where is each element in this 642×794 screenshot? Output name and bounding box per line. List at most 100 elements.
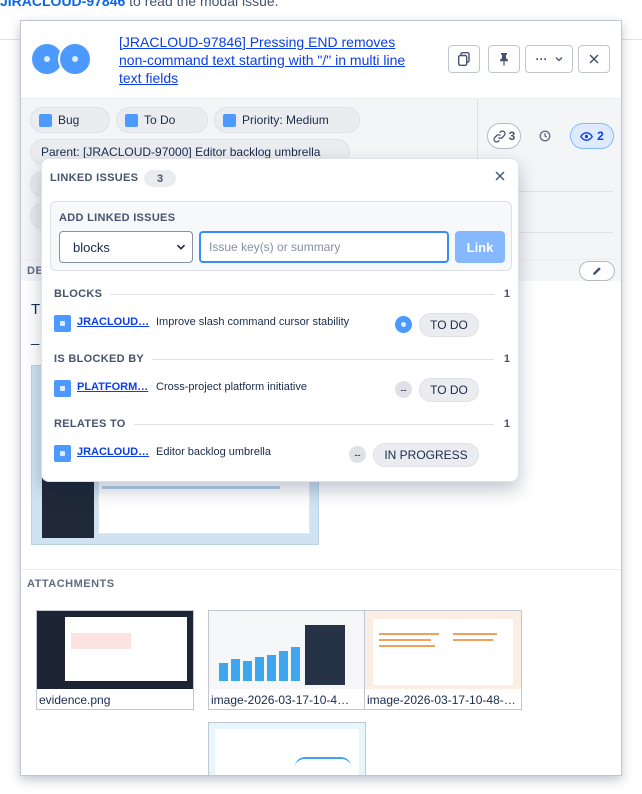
avatar-group	[30, 42, 92, 76]
attachment-thumbnail[interactable]: image-2026-03-17-10-48-…	[364, 610, 522, 710]
parent-label: Parent: [JRACLOUD-97000] Editor backlog …	[41, 145, 321, 159]
group-divider	[54, 294, 494, 295]
linked-issue-key[interactable]: PLATFORM…	[77, 381, 151, 393]
linked-issue-summary: Cross-project platform initiative	[156, 381, 307, 393]
link-group-header: RELATES TO 1	[54, 418, 510, 432]
preview-curve	[295, 757, 351, 767]
link-type-select[interactable]: blocks	[59, 231, 193, 263]
preview-bar	[243, 661, 252, 681]
preview-line	[379, 645, 435, 647]
link-icon	[493, 129, 506, 143]
link-group-header: BLOCKS 1	[54, 288, 510, 302]
attachments-divider	[21, 569, 621, 570]
more-actions-button[interactable]: ···	[525, 45, 573, 73]
preview-dark-panel	[305, 625, 345, 685]
more-actions-label: ···	[535, 52, 548, 66]
preview-highlight	[71, 633, 131, 649]
issue-type-label: Bug	[58, 113, 80, 127]
close-icon	[495, 171, 505, 181]
attachment-preview	[209, 723, 365, 775]
edit-description-button[interactable]	[579, 261, 615, 281]
priority-icon	[223, 113, 236, 127]
issue-type-chip[interactable]: Bug	[30, 107, 110, 133]
link-button[interactable]: Link	[455, 231, 505, 263]
unassigned-avatar[interactable]: --	[349, 446, 366, 463]
issue-status-lozenge[interactable]: IN PROGRESS	[373, 443, 479, 467]
linked-issue-row[interactable]: JRACLOUD… Editor backlog umbrella -- IN …	[54, 441, 510, 467]
preview-bar	[279, 651, 288, 681]
linked-issues-popup: LINKED ISSUES 3 ADD LINKED ISSUES blocks…	[41, 158, 519, 482]
link-group-count: 1	[503, 418, 510, 430]
copy-link-button[interactable]	[448, 45, 480, 73]
issue-status-lozenge[interactable]: TO DO	[419, 313, 479, 337]
attachment-preview	[209, 611, 365, 689]
description-text: _	[31, 329, 40, 346]
attachment-thumbnail[interactable]: evidence.png	[36, 610, 194, 710]
close-popup-button[interactable]	[492, 169, 508, 185]
link-group-header: IS BLOCKED BY 1	[54, 353, 510, 367]
chevron-down-icon	[176, 244, 186, 250]
link-type-value: blocks	[73, 239, 110, 255]
issue-type-icon	[54, 315, 71, 332]
linked-issues-badge: 3	[144, 170, 176, 187]
description-text: T	[31, 301, 41, 318]
link-group-count: 1	[503, 288, 510, 300]
history-button[interactable]	[535, 123, 555, 149]
attachment-thumbnail[interactable]: image-2026-03-17-10-4…	[208, 610, 366, 710]
attachment-preview	[365, 611, 521, 689]
preview-card	[373, 619, 513, 685]
attachments-label: ATTACHMENTS	[27, 578, 115, 590]
unassigned-avatar[interactable]: --	[395, 381, 412, 398]
linked-issues-count: 3	[508, 129, 516, 143]
issue-search-placeholder: Issue key(s) or summary	[209, 240, 341, 254]
assignee-avatar[interactable]	[395, 316, 412, 333]
preview-line	[379, 639, 431, 641]
attachment-name: image-2026-03-17-10-4…	[211, 693, 350, 707]
preview-card	[215, 729, 359, 775]
linked-issue-key[interactable]: JRACLOUD…	[77, 316, 151, 328]
screenshot-panel	[98, 476, 310, 534]
linked-issues-title: LINKED ISSUES	[50, 172, 139, 184]
status-chip[interactable]: To Do	[116, 107, 208, 133]
link-group-label: IS BLOCKED BY	[54, 353, 153, 365]
clock-icon	[539, 130, 551, 142]
preview-bar	[267, 655, 276, 681]
pencil-icon	[593, 267, 601, 275]
screenshot-bar	[102, 486, 280, 489]
preview-bar	[291, 647, 300, 681]
linked-issues-button[interactable]: 3	[487, 123, 521, 149]
issue-search-input[interactable]: Issue key(s) or summary	[199, 231, 449, 263]
preview-bar	[231, 659, 240, 681]
issue-type-icon	[54, 445, 71, 462]
linked-issue-key[interactable]: JRACLOUD…	[77, 446, 151, 458]
add-linked-issues-label: ADD LINKED ISSUES	[59, 212, 176, 224]
issue-title-link[interactable]: [JRACLOUD-97846] Pressing END removes no…	[119, 33, 419, 87]
link-group-label: BLOCKS	[54, 288, 111, 300]
pin-icon	[500, 53, 508, 66]
issue-status-lozenge[interactable]: TO DO	[419, 378, 479, 402]
priority-label: Priority: Medium	[242, 113, 329, 127]
preview-card	[65, 617, 187, 681]
linked-issue-row[interactable]: PLATFORM… Cross-project platform initiat…	[54, 376, 510, 402]
background-hint-text: to read the modal issue.	[129, 0, 279, 9]
priority-chip[interactable]: Priority: Medium	[214, 107, 360, 133]
status-icon	[125, 113, 138, 127]
attachment-thumbnail[interactable]	[208, 722, 366, 775]
chevron-down-icon	[555, 57, 562, 62]
preview-line	[453, 633, 497, 635]
avatar[interactable]	[58, 42, 92, 76]
background-issue-link[interactable]: JIRACLOUD-97846	[0, 0, 125, 9]
close-icon	[589, 54, 599, 64]
preview-line	[453, 639, 493, 641]
copy-icon	[458, 52, 470, 66]
pin-button[interactable]	[488, 45, 520, 73]
watchers-button[interactable]: 2	[570, 123, 614, 149]
background-hint: JIRACLOUD-97846 to read the modal issue.	[0, 0, 279, 9]
linked-issue-row[interactable]: JRACLOUD… Improve slash command cursor s…	[54, 311, 510, 337]
linked-issue-summary: Improve slash command cursor stability	[156, 316, 350, 328]
close-modal-button[interactable]	[578, 45, 610, 73]
modal-header: [JRACLOUD-97846] Pressing END removes no…	[21, 21, 621, 99]
attachment-name: image-2026-03-17-10-48-…	[367, 693, 516, 707]
add-linked-issues-form: ADD LINKED ISSUES blocks Issue key(s) or…	[50, 201, 512, 271]
attachment-name: evidence.png	[39, 693, 111, 707]
